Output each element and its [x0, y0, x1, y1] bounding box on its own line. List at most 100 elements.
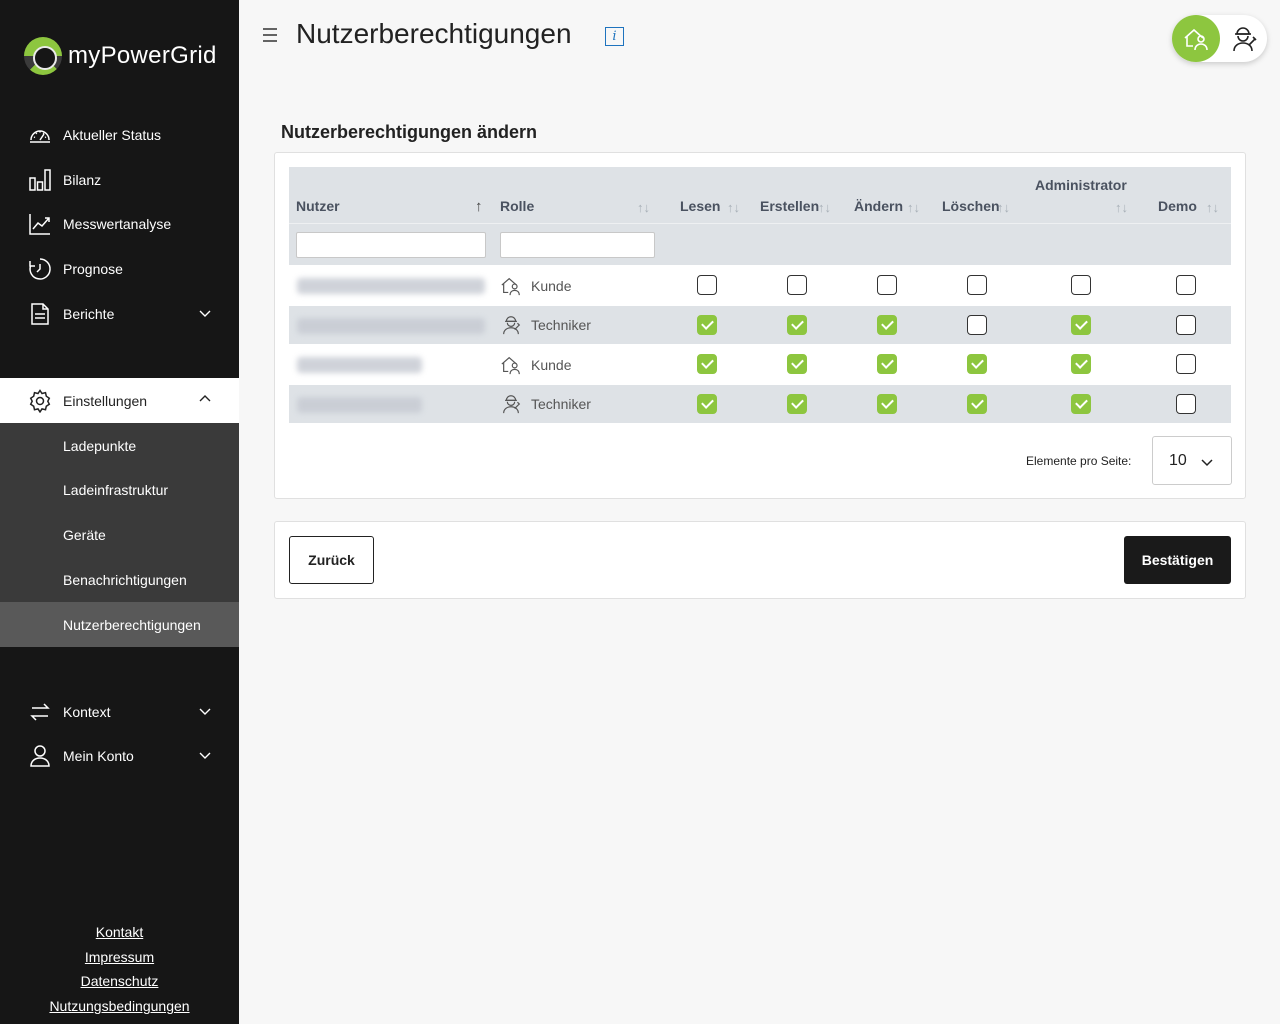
sidebar-item-label: Mein Konto [63, 748, 134, 764]
role-label: Techniker [531, 396, 591, 412]
sidebar-item-aktueller-status[interactable]: Aktueller Status [0, 113, 239, 157]
checkbox-lesen[interactable] [697, 393, 717, 414]
sort-icon: ↑↓ [818, 200, 831, 215]
sidebar-item-label: Prognose [63, 261, 123, 277]
checkbox-aendern[interactable] [877, 314, 897, 335]
swap-arrows-icon [28, 700, 52, 724]
footer-link-kontakt[interactable]: Kontakt [0, 920, 239, 945]
sidebar-item-label: Einstellungen [63, 392, 148, 409]
role-label: Techniker [531, 317, 591, 333]
footer-link-datenschutz[interactable]: Datenschutz [0, 969, 239, 994]
role-switch [1172, 15, 1267, 62]
customer-view-toggle[interactable] [1172, 15, 1220, 62]
redacted-user-name [297, 317, 485, 334]
checkbox-erstellen[interactable] [787, 314, 807, 335]
document-icon [28, 302, 52, 326]
sidebar-item-einstellungen[interactable]: Einstellungen [0, 378, 239, 423]
sort-icon: ↑↓ [1206, 200, 1219, 215]
column-header-nutzer[interactable]: Nutzer ↑ [296, 167, 486, 223]
confirm-button[interactable]: Bestätigen [1124, 536, 1231, 584]
checkbox-administrator[interactable] [1071, 354, 1091, 374]
sidebar-item-berichte[interactable]: Berichte [0, 292, 239, 336]
sidebar-subitem-nutzerberechtigungen[interactable]: Nutzerberechtigungen [0, 602, 239, 647]
table-row: Techniker [289, 383, 1231, 424]
sidebar-subitem-ladeinfrastruktur[interactable]: Ladeinfrastruktur [0, 467, 239, 512]
sidebar-item-messwertanalyse[interactable]: Messwertanalyse [0, 202, 239, 246]
clock-icon [28, 257, 52, 281]
sidebar-item-kontext[interactable]: Kontext [0, 690, 239, 734]
checkbox-demo[interactable] [1176, 275, 1196, 295]
column-header-lesen[interactable]: Lesen ↑↓ [680, 167, 750, 223]
sidebar-item-label: Berichte [63, 306, 115, 322]
checkbox-erstellen[interactable] [787, 393, 807, 414]
role-cell: Techniker [500, 385, 591, 424]
checkbox-erstellen[interactable] [787, 354, 807, 374]
rolle-filter-input[interactable] [500, 232, 655, 258]
role-label: Kunde [531, 277, 572, 294]
sidebar-subitem-geraete[interactable]: Geräte [0, 512, 239, 557]
table-body: Kunde Techniker Kunde Techniker [289, 265, 1231, 423]
checkbox-loeschen[interactable] [967, 354, 987, 374]
checkbox-lesen[interactable] [697, 354, 717, 374]
settings-submenu: Ladepunkte Ladeinfrastruktur Geräte Bena… [0, 423, 239, 647]
sidebar-item-prognose[interactable]: Prognose [0, 247, 239, 291]
back-button[interactable]: Zurück [289, 536, 374, 584]
chevron-down-icon [199, 310, 211, 317]
gauge-icon [28, 123, 52, 147]
checkbox-demo[interactable] [1176, 354, 1196, 374]
checkbox-demo[interactable] [1176, 393, 1196, 414]
sidebar-item-mein-konto[interactable]: Mein Konto [0, 734, 239, 778]
info-icon[interactable]: i [605, 27, 624, 46]
checkbox-aendern[interactable] [877, 275, 897, 295]
redacted-user-name [297, 357, 422, 373]
technician-view-toggle[interactable] [1227, 23, 1259, 55]
checkbox-administrator[interactable] [1071, 275, 1091, 295]
per-page-select[interactable]: 10 [1152, 436, 1232, 485]
checkbox-loeschen[interactable] [967, 314, 987, 335]
checkbox-lesen[interactable] [697, 314, 717, 335]
brand-logo[interactable]: myPowerGrid [24, 36, 217, 76]
sidebar-item-label: Messwertanalyse [63, 216, 172, 232]
table-header: Nutzer ↑ Rolle ↑↓ Lesen ↑↓ Erstellen ↑↓ … [289, 167, 1231, 223]
checkbox-loeschen[interactable] [967, 275, 987, 295]
footer-link-impressum[interactable]: Impressum [0, 945, 239, 970]
column-header-aendern[interactable]: Ändern ↑↓ [854, 167, 934, 223]
role-cell: Techniker [500, 306, 591, 345]
column-header-loeschen[interactable]: Löschen ↑↓ [942, 167, 1022, 223]
role-label: Kunde [531, 356, 572, 373]
column-header-rolle[interactable]: Rolle ↑↓ [500, 167, 655, 223]
sidebar-item-label: Aktueller Status [63, 127, 162, 143]
checkbox-loeschen[interactable] [967, 393, 987, 414]
per-page-label: Elemente pro Seite: [1026, 454, 1132, 468]
checkbox-lesen[interactable] [697, 275, 717, 295]
hamburger-menu-icon[interactable] [262, 26, 278, 44]
technician-icon [500, 393, 531, 415]
column-header-administrator[interactable]: Administrator ↑↓ [1035, 167, 1145, 223]
bar-chart-icon [28, 168, 52, 192]
nutzer-filter-input[interactable] [296, 232, 486, 258]
column-header-erstellen[interactable]: Erstellen ↑↓ [760, 167, 840, 223]
sort-icon: ↑↓ [727, 200, 740, 215]
table-row: Techniker [289, 304, 1231, 345]
column-header-demo[interactable]: Demo ↑↓ [1158, 167, 1228, 223]
role-cell: Kunde [500, 266, 571, 305]
checkbox-administrator[interactable] [1071, 314, 1091, 335]
permissions-table: Nutzer ↑ Rolle ↑↓ Lesen ↑↓ Erstellen ↑↓ … [289, 167, 1231, 423]
checkbox-aendern[interactable] [877, 354, 897, 374]
redacted-user-name [297, 396, 422, 413]
footer-link-nutzungsbedingungen[interactable]: Nutzungsbedingungen [0, 994, 239, 1019]
customer-house-icon [500, 275, 531, 297]
checkbox-administrator[interactable] [1071, 393, 1091, 414]
technician-icon [1233, 27, 1257, 52]
sidebar-subitem-benachrichtigungen[interactable]: Benachrichtigungen [0, 557, 239, 602]
user-icon [28, 744, 52, 768]
sidebar-item-label: Bilanz [63, 172, 102, 188]
checkbox-erstellen[interactable] [787, 275, 807, 295]
sidebar-item-bilanz[interactable]: Bilanz [0, 158, 239, 202]
chevron-down-icon [199, 752, 211, 759]
checkbox-aendern[interactable] [877, 393, 897, 414]
sidebar: myPowerGrid Aktueller Status Bilanz Mess… [0, 0, 239, 1024]
sidebar-subitem-ladepunkte[interactable]: Ladepunkte [0, 423, 239, 468]
sort-icon: ↑↓ [637, 200, 650, 215]
checkbox-demo[interactable] [1176, 314, 1196, 335]
